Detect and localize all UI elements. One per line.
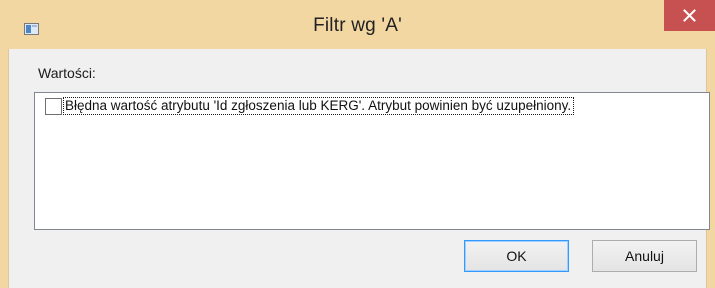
dialog-content: Wartości: Błędna wartość atrybutu 'Id zg… xyxy=(8,49,710,288)
title-bar[interactable]: Filtr wg 'A' xyxy=(0,0,715,48)
list-item-label: Błędna wartość atrybutu 'Id zgłoszenia l… xyxy=(63,97,575,115)
cancel-button[interactable]: Anuluj xyxy=(592,240,697,272)
value-checkbox[interactable] xyxy=(45,97,62,115)
list-item[interactable]: Błędna wartość atrybutu 'Id zgłoszenia l… xyxy=(38,96,704,116)
ok-button[interactable]: OK xyxy=(464,240,569,272)
close-icon xyxy=(683,9,696,22)
window-title: Filtr wg 'A' xyxy=(313,15,402,36)
filter-dialog: Filtr wg 'A' Wartości: Błędna wartość at… xyxy=(0,0,715,288)
close-button[interactable] xyxy=(664,0,715,31)
values-label: Wartości: xyxy=(38,65,96,81)
values-list[interactable]: Błędna wartość atrybutu 'Id zgłoszenia l… xyxy=(34,92,710,230)
